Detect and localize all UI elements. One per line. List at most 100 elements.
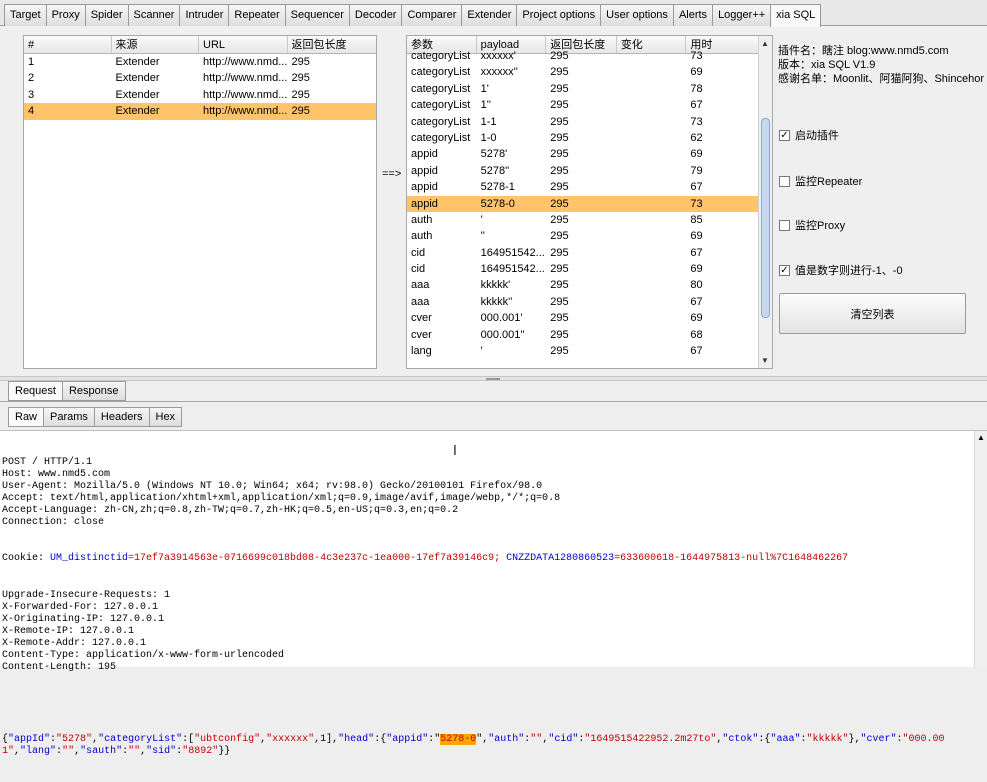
table-cell: [617, 48, 687, 64]
tab-target[interactable]: Target: [4, 4, 47, 26]
tab-scanner[interactable]: Scanner: [127, 4, 181, 26]
table-cell: http://www.nmd...: [203, 72, 288, 85]
checkbox-unchecked-icon[interactable]: [779, 175, 790, 187]
table-cell: ': [480, 213, 483, 226]
table-cell: '': [480, 230, 485, 243]
table-row[interactable]: categoryList xxxxxx'' 295 69: [407, 64, 758, 80]
table-row[interactable]: categoryList xxxxxx' 295 73: [407, 48, 758, 64]
tab-sequencer[interactable]: Sequencer: [284, 4, 350, 26]
col-index[interactable]: #: [24, 36, 112, 53]
table-cell: categoryList: [411, 50, 471, 62]
table-cell: 85: [690, 213, 703, 226]
checkbox-checked-icon[interactable]: ✓: [779, 264, 790, 276]
tab-decoder[interactable]: Decoder: [348, 4, 403, 26]
table-cell: 295: [291, 72, 310, 85]
table-cell: 2: [28, 72, 35, 85]
table-cell: Extender: [115, 105, 160, 118]
table-cell: 295: [550, 66, 569, 79]
table-row[interactable]: lang ' 295 67: [407, 343, 758, 359]
table-row[interactable]: cid 164951542... 295 67: [407, 245, 758, 261]
pane-splitter[interactable]: [0, 376, 987, 381]
request-response-tabs: Request Response: [8, 381, 126, 401]
table-row[interactable]: 4 Extender http://www.nmd... 295: [24, 103, 376, 120]
table-cell: 295: [550, 164, 569, 177]
table-cell: 5278-0: [480, 197, 515, 210]
scroll-thumb[interactable]: [761, 118, 770, 318]
enable-plugin-checkbox[interactable]: ✓ 启动插件: [779, 127, 839, 143]
main-tab-bar: Target Proxy Spider Scanner Intruder Repeater…: [0, 0, 987, 27]
numeric-value-checkbox[interactable]: ✓ 值是数字则进行-1、-0: [779, 262, 903, 278]
tab-project-options[interactable]: Project options: [516, 4, 602, 26]
request-text[interactable]: POST / HTTP/1.1 Host: www.nmd5.com User-Ag…: [2, 433, 968, 782]
tab-alerts[interactable]: Alerts: [672, 4, 714, 26]
tab-request[interactable]: Request: [8, 381, 63, 401]
table-cell: 67: [690, 181, 703, 194]
monitor-proxy-label: 监控Proxy: [795, 220, 846, 232]
table-row[interactable]: appid 5278-0 295 73: [407, 195, 758, 212]
tab-divider: [0, 401, 987, 402]
splitter-grip-icon[interactable]: [486, 378, 500, 380]
checkbox-unchecked-icon[interactable]: [779, 219, 790, 231]
table-cell: 67: [690, 295, 703, 308]
table-row[interactable]: appid 5278' 295 69: [407, 146, 758, 162]
table-cell: 73: [690, 197, 703, 210]
table-row[interactable]: categoryList 1' 295 78: [407, 81, 758, 97]
plugin-info: 插件名：瞎注 blog:www.nmd5.com 版本：xia SQL V1.9…: [778, 44, 984, 86]
table-row[interactable]: cver 000.001'' 295 68: [407, 327, 758, 343]
col-source[interactable]: 来源: [112, 36, 199, 53]
tab-headers[interactable]: Headers: [93, 407, 150, 427]
request-line: POST / HTTP/1.1: [2, 457, 93, 469]
table-cell: appid: [411, 164, 438, 177]
table-row[interactable]: cver 000.001' 295 69: [407, 310, 758, 326]
monitor-repeater-checkbox[interactable]: 监控Repeater: [779, 173, 862, 189]
table-row[interactable]: 2 Extender http://www.nmd... 295: [24, 70, 376, 86]
table-row[interactable]: categoryList 1-0 295 62: [407, 130, 758, 146]
request-line: Upgrade-Insecure-Requests: 1: [2, 589, 171, 601]
table-row[interactable]: aaa kkkkk'' 295 67: [407, 294, 758, 310]
tab-comparer[interactable]: Comparer: [401, 4, 463, 26]
col-response-length[interactable]: 返回包长度: [288, 36, 377, 53]
table-cell: 3: [28, 88, 35, 101]
tab-repeater[interactable]: Repeater: [228, 4, 286, 26]
table-cell: [617, 310, 687, 326]
table-row[interactable]: aaa kkkkk' 295 80: [407, 277, 758, 293]
table-cell: xxxxxx'': [480, 66, 518, 79]
scroll-up-icon[interactable]: ▲: [977, 433, 985, 442]
payload-result-scrollbar[interactable]: ▲ ▼: [758, 36, 772, 368]
editor-scrollbar[interactable]: ▲: [974, 431, 987, 668]
tab-spider[interactable]: Spider: [84, 4, 129, 26]
tab-params[interactable]: Params: [43, 407, 95, 427]
table-cell: 80: [690, 279, 703, 292]
table-row[interactable]: auth '' 295 69: [407, 228, 758, 244]
table-cell: [617, 114, 687, 130]
col-url[interactable]: URL: [199, 36, 288, 53]
tab-response[interactable]: Response: [61, 381, 126, 401]
table-cell: [617, 130, 687, 146]
tab-raw[interactable]: Raw: [8, 407, 45, 427]
checkbox-checked-icon[interactable]: ✓: [779, 129, 790, 141]
table-row[interactable]: categoryList 1-1 295 73: [407, 114, 758, 130]
scroll-up-icon[interactable]: ▲: [761, 39, 769, 48]
tab-intruder[interactable]: Intruder: [179, 4, 230, 26]
tab-hex[interactable]: Hex: [148, 407, 183, 427]
clear-list-button[interactable]: 清空列表: [779, 293, 966, 334]
table-row[interactable]: cid 164951542... 295 69: [407, 261, 758, 277]
table-row[interactable]: categoryList 1'' 295 67: [407, 97, 758, 113]
table-row[interactable]: appid 5278-1 295 67: [407, 179, 758, 195]
scroll-down-icon[interactable]: ▼: [761, 356, 769, 365]
table-row[interactable]: auth ' 295 85: [407, 212, 758, 228]
table-row[interactable]: 1 Extender http://www.nmd... 295: [24, 54, 376, 70]
tab-logger[interactable]: Logger++: [712, 4, 772, 26]
table-cell: 1': [480, 82, 489, 95]
request-editor[interactable]: POST / HTTP/1.1 Host: www.nmd5.com User-Ag…: [0, 430, 987, 757]
tab-proxy[interactable]: Proxy: [45, 4, 86, 26]
tab-extender[interactable]: Extender: [461, 4, 518, 26]
tab-xia-sql[interactable]: xia SQL: [770, 4, 822, 27]
table-row[interactable]: 3 Extender http://www.nmd... 295: [24, 87, 376, 103]
table-cell: 295: [291, 105, 310, 118]
tab-user-options[interactable]: User options: [600, 4, 674, 26]
table-cell: appid: [411, 181, 438, 194]
monitor-proxy-checkbox[interactable]: 监控Proxy: [779, 217, 845, 233]
table-row[interactable]: appid 5278'' 295 79: [407, 163, 758, 179]
monitor-repeater-label: 监控Repeater: [795, 176, 863, 188]
